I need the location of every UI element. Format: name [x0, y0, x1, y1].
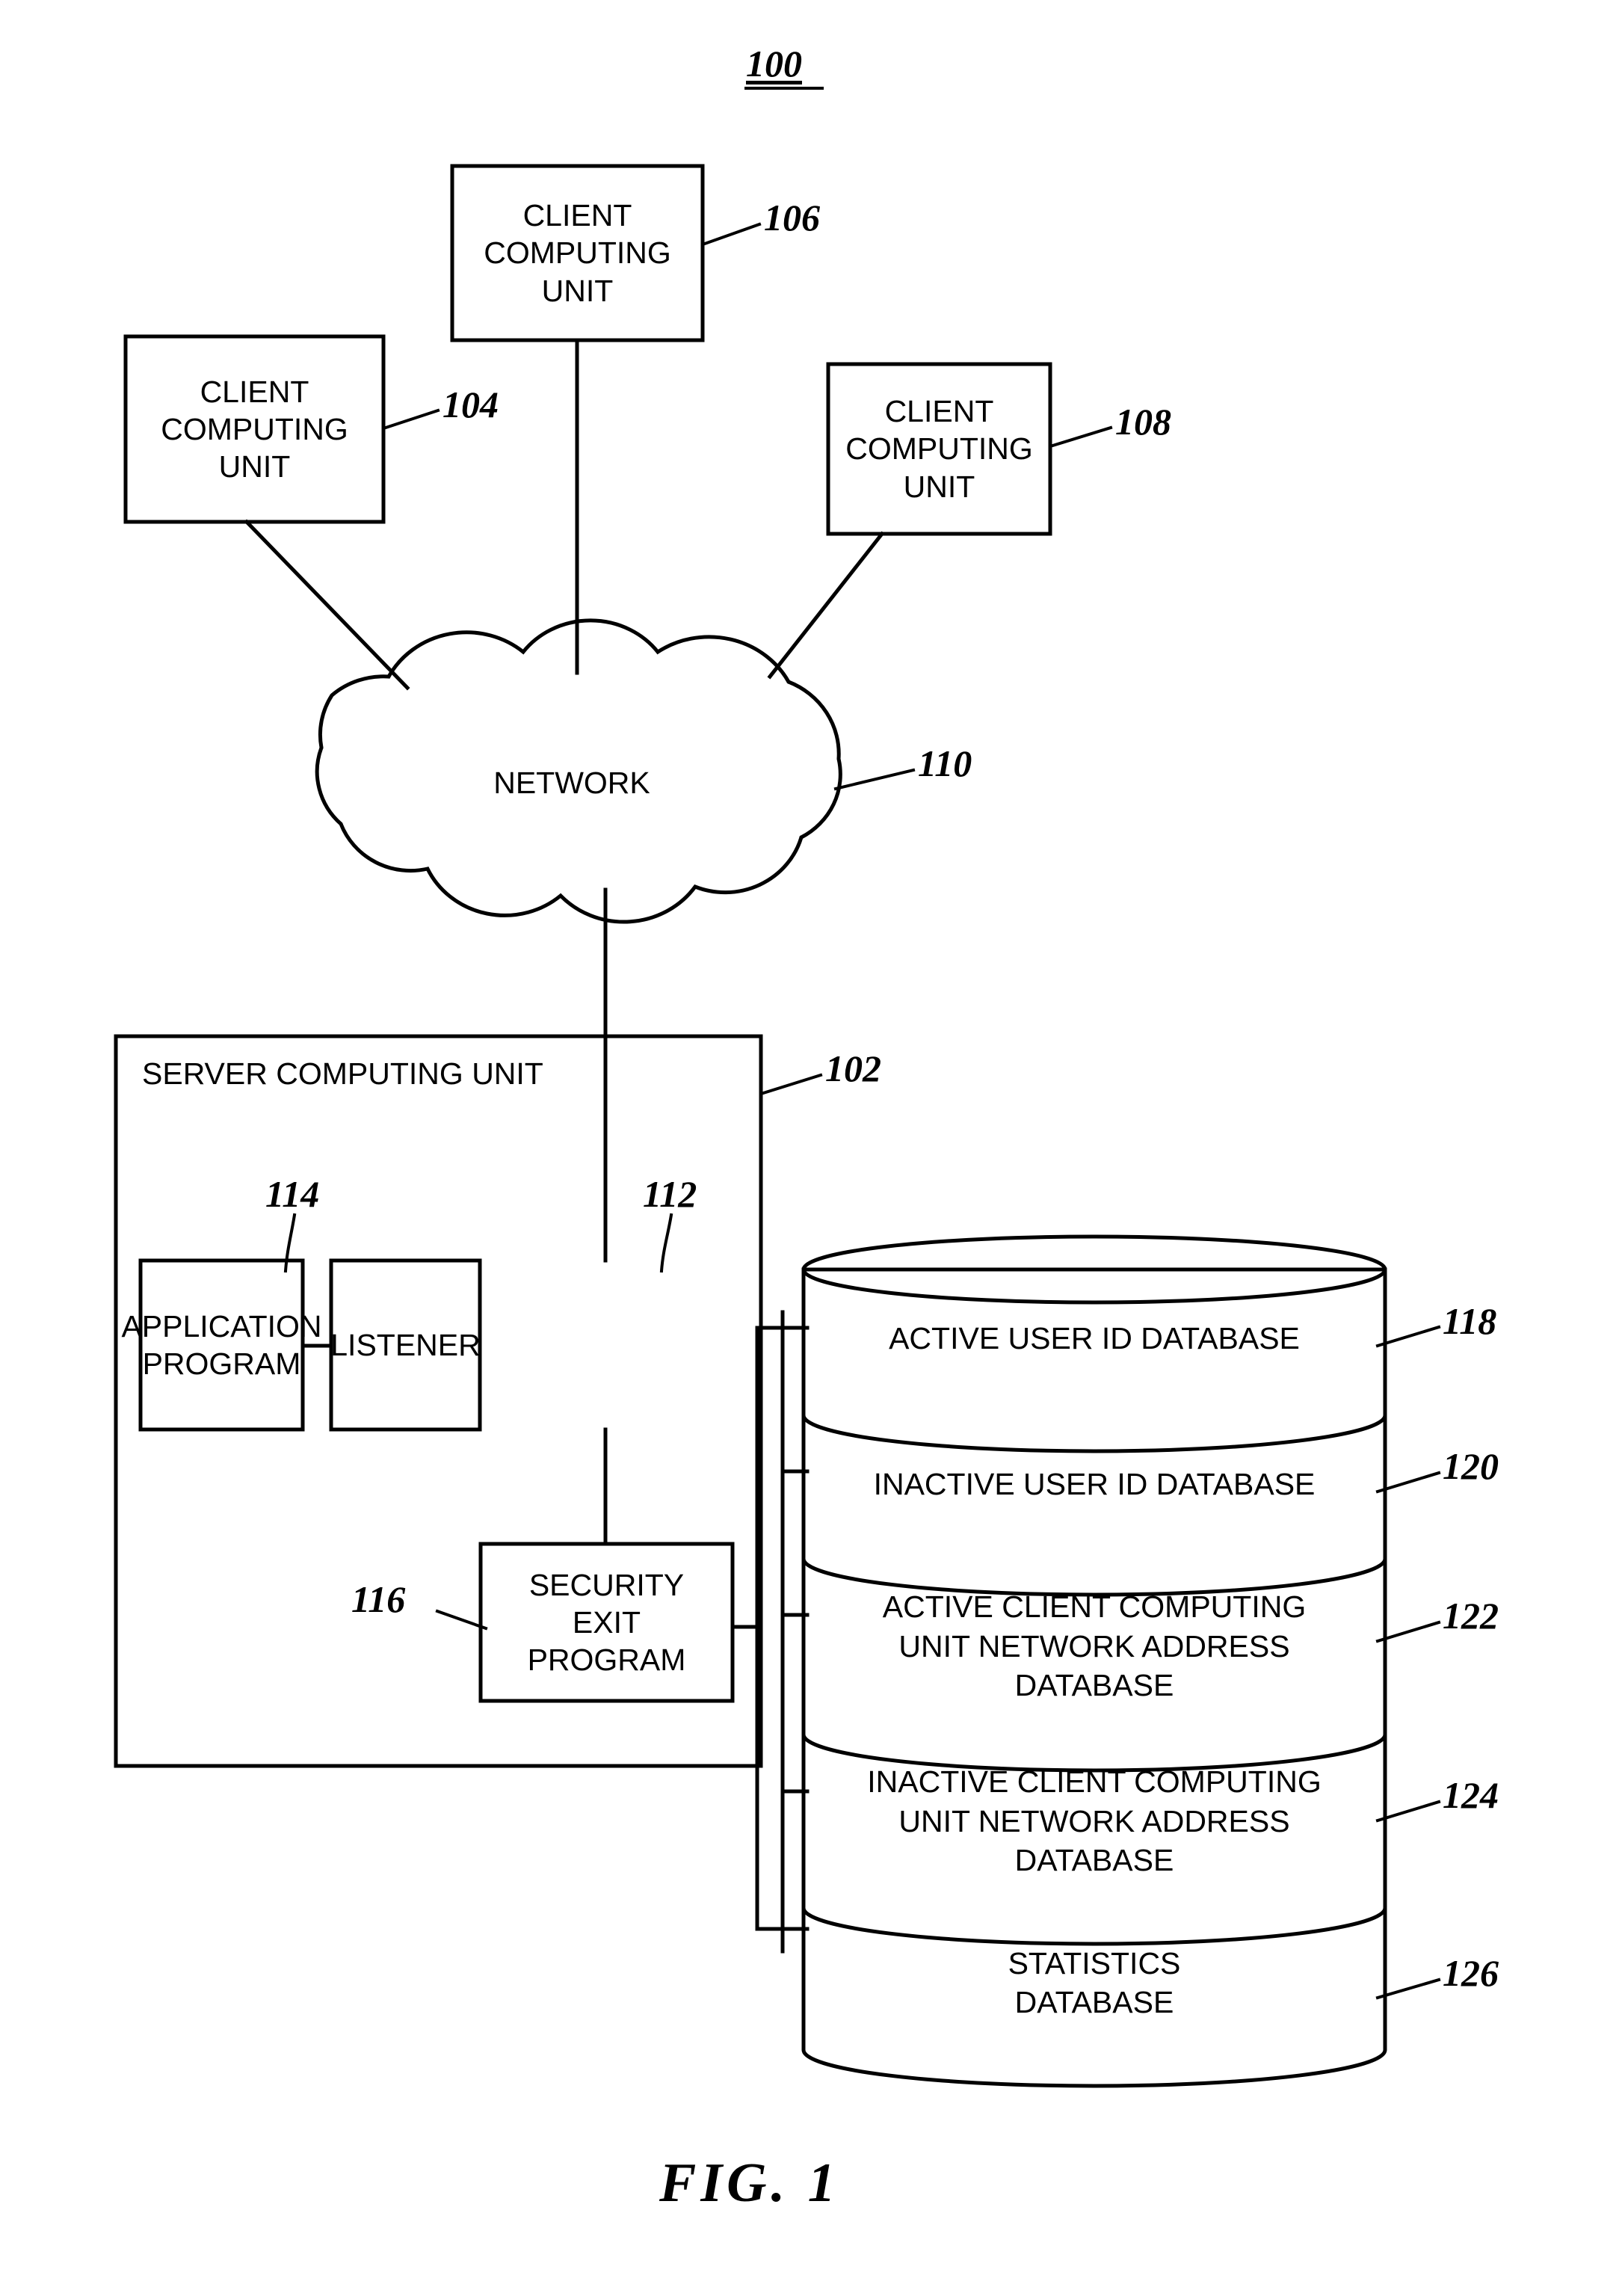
leader-112 — [659, 1213, 673, 1273]
ref-102: 102 — [825, 1047, 881, 1089]
database-label-118: ACTIVE USER ID DATABASE — [889, 1320, 1300, 1355]
link-104-network — [244, 519, 410, 691]
client-left-label: CLIENT COMPUTING UNIT — [161, 374, 348, 484]
application-program-label: APPLICATION PROGRAM — [121, 1308, 322, 1381]
ref-106: 106 — [764, 197, 820, 238]
ref-108: 108 — [1115, 401, 1171, 443]
link-108-network — [767, 531, 885, 680]
ref-120: 120 — [1443, 1445, 1499, 1487]
cloud-scallop-3 — [521, 618, 660, 654]
cloud-scallop-11 — [315, 745, 343, 826]
database-label-126: STATISTICS DATABASE — [1008, 1945, 1181, 2019]
server-title: SERVER COMPUTING UNIT — [142, 1056, 543, 1091]
leader-108 — [1048, 425, 1113, 449]
listener-label: LISTENER — [330, 1327, 481, 1362]
ref-118: 118 — [1443, 1300, 1497, 1342]
database-label-124: INACTIVE CLIENT COMPUTING UNIT NETWORK A… — [867, 1764, 1322, 1878]
ref-126: 126 — [1443, 1952, 1499, 1994]
security-exit-program-label: SECURITY EXIT PROGRAM — [527, 1567, 686, 1677]
cloud-scallop-1 — [330, 674, 391, 698]
cloud-scallop-5 — [786, 680, 841, 761]
ref-104: 104 — [442, 384, 499, 425]
network-label: NETWORK — [493, 766, 650, 800]
patent-figure-1: 100 CLIENT COMPUTING UNIT 106 CLIENT COM… — [0, 0, 1622, 2296]
database-label-120: INACTIVE USER ID DATABASE — [873, 1466, 1316, 1501]
db-divider-118-120 — [801, 1413, 1387, 1453]
ref-114: 114 — [265, 1173, 320, 1215]
leader-104 — [381, 408, 440, 431]
leader-110 — [833, 768, 916, 791]
leader-106 — [700, 222, 762, 247]
cloud-scallop-2 — [386, 630, 525, 679]
cloud-scallop-10 — [339, 822, 430, 872]
cloud-scallop-7 — [693, 835, 804, 894]
leader-102 — [759, 1073, 823, 1096]
figure-caption: FIG. 1 — [659, 2152, 840, 2214]
client-top-label: CLIENT COMPUTING UNIT — [484, 198, 671, 308]
leader-116 — [435, 1609, 488, 1631]
ref-110: 110 — [918, 742, 972, 784]
ref-124: 124 — [1443, 1774, 1499, 1816]
ref-122: 122 — [1443, 1595, 1499, 1637]
database-label-122: ACTIVE CLIENT COMPUTING UNIT NETWORK ADD… — [882, 1589, 1307, 1703]
system-number: 100 — [746, 43, 802, 84]
client-right-label: CLIENT COMPUTING UNIT — [845, 394, 1033, 504]
ref-116: 116 — [351, 1578, 406, 1620]
ref-112: 112 — [643, 1173, 697, 1215]
